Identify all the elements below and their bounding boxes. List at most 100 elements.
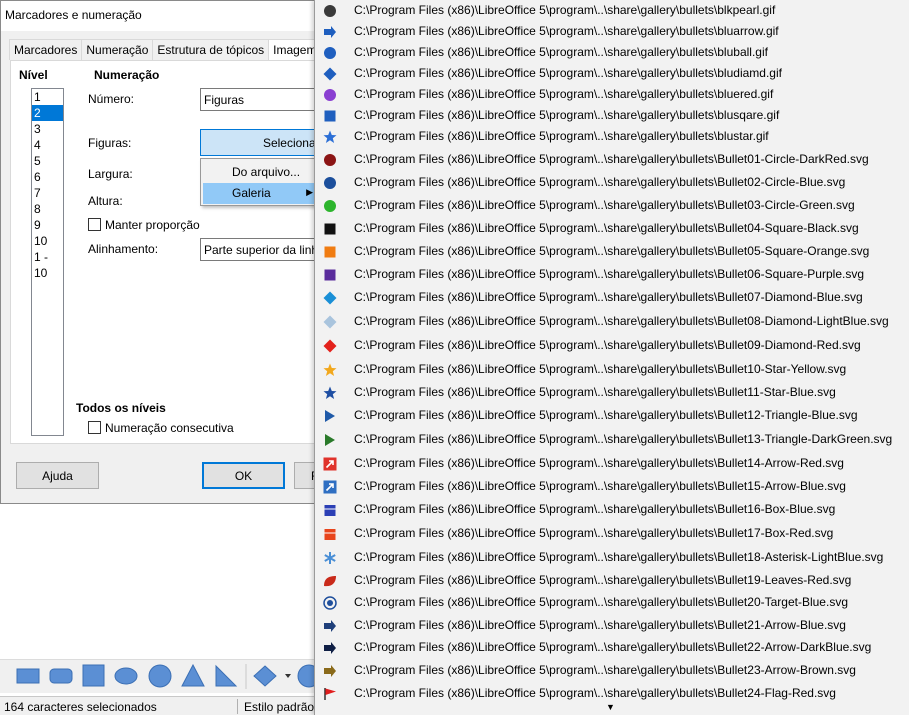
level-item[interactable]: 1: [32, 89, 63, 105]
gallery-item[interactable]: C:\Program Files (x86)\LibreOffice 5\pro…: [315, 570, 909, 593]
selection-count: 164 caracteres selecionados: [4, 700, 157, 714]
gallery-item[interactable]: C:\Program Files (x86)\LibreOffice 5\pro…: [315, 547, 909, 570]
status-separator: [237, 699, 238, 714]
gallery-item[interactable]: C:\Program Files (x86)\LibreOffice 5\pro…: [315, 615, 909, 638]
tab-outline[interactable]: Estrutura de tópicos: [152, 39, 270, 60]
level-item[interactable]: 3: [32, 121, 63, 137]
gallery-item-path: C:\Program Files (x86)\LibreOffice 5\pro…: [354, 221, 859, 235]
gallery-item-path: C:\Program Files (x86)\LibreOffice 5\pro…: [354, 290, 863, 304]
arrow-blue-icon: [323, 480, 337, 494]
height-label: Altura:: [88, 194, 123, 208]
rectangle-shape-icon[interactable]: [16, 668, 40, 684]
level-item[interactable]: 1 - 10: [32, 249, 63, 280]
gallery-item[interactable]: C:\Program Files (x86)\LibreOffice 5\pro…: [315, 429, 909, 452]
right-triangle-shape-icon[interactable]: [215, 664, 238, 687]
select-button[interactable]: Selecionar...: [200, 129, 329, 156]
level-list[interactable]: 1 2 3 4 5 6 7 8 9 10 1 - 10: [31, 88, 64, 436]
gallery-item[interactable]: C:\Program Files (x86)\LibreOffice 5\pro…: [315, 476, 909, 499]
gallery-item[interactable]: C:\Program Files (x86)\LibreOffice 5\pro…: [315, 105, 909, 128]
level-item[interactable]: 10: [32, 233, 63, 249]
level-item[interactable]: 4: [32, 137, 63, 153]
gallery-item[interactable]: C:\Program Files (x86)\LibreOffice 5\pro…: [315, 382, 909, 405]
diamond-lightblue-icon: [323, 315, 337, 329]
square-orange-icon: [323, 245, 337, 259]
paragraph-style[interactable]: Estilo padrão: [244, 700, 314, 714]
gallery-item[interactable]: C:\Program Files (x86)\LibreOffice 5\pro…: [315, 21, 909, 44]
gallery-item[interactable]: C:\Program Files (x86)\LibreOffice 5\pro…: [315, 453, 909, 476]
level-item[interactable]: 8: [32, 201, 63, 217]
circle-shape-icon[interactable]: [148, 664, 172, 688]
dialog-title: Marcadores e numeração: [5, 8, 142, 22]
gallery-item[interactable]: C:\Program Files (x86)\LibreOffice 5\pro…: [315, 311, 909, 334]
consecutive-numbering-checkbox[interactable]: [88, 421, 101, 434]
rounded-rectangle-shape-icon[interactable]: [49, 668, 73, 684]
gallery-item[interactable]: C:\Program Files (x86)\LibreOffice 5\pro…: [315, 241, 909, 264]
diamond-shape-icon[interactable]: [253, 665, 277, 687]
target-blue-icon: [323, 596, 337, 610]
gallery-item[interactable]: C:\Program Files (x86)\LibreOffice 5\pro…: [315, 499, 909, 522]
triangle-darkgreen-icon: [323, 433, 337, 447]
help-button[interactable]: Ajuda: [16, 462, 99, 489]
all-levels-heading: Todos os níveis: [76, 401, 166, 415]
gallery-item[interactable]: C:\Program Files (x86)\LibreOffice 5\pro…: [315, 126, 909, 149]
gallery-item-path: C:\Program Files (x86)\LibreOffice 5\pro…: [354, 24, 779, 38]
level-item-selected[interactable]: 2: [32, 105, 63, 121]
dialog-titlebar[interactable]: Marcadores e numeração: [1, 1, 329, 31]
gallery-item[interactable]: C:\Program Files (x86)\LibreOffice 5\pro…: [315, 287, 909, 310]
gallery-item-path: C:\Program Files (x86)\LibreOffice 5\pro…: [354, 408, 858, 422]
gallery-label: Galeria: [232, 186, 271, 200]
gallery-menu-item[interactable]: Galeria ▶: [203, 183, 319, 204]
gallery-item[interactable]: C:\Program Files (x86)\LibreOffice 5\pro…: [315, 637, 909, 660]
gallery-item[interactable]: C:\Program Files (x86)\LibreOffice 5\pro…: [315, 63, 909, 86]
gallery-item[interactable]: C:\Program Files (x86)\LibreOffice 5\pro…: [315, 592, 909, 615]
gallery-item[interactable]: C:\Program Files (x86)\LibreOffice 5\pro…: [315, 195, 909, 218]
level-item[interactable]: 7: [32, 185, 63, 201]
gallery-item[interactable]: C:\Program Files (x86)\LibreOffice 5\pro…: [315, 660, 909, 683]
gallery-item[interactable]: C:\Program Files (x86)\LibreOffice 5\pro…: [315, 405, 909, 428]
diamond-red-icon: [323, 339, 337, 353]
gallery-item-path: C:\Program Files (x86)\LibreOffice 5\pro…: [354, 595, 848, 609]
asterisk-lightblue-icon: [323, 551, 337, 565]
ellipse-shape-icon[interactable]: [114, 667, 138, 685]
gallery-item[interactable]: C:\Program Files (x86)\LibreOffice 5\pro…: [315, 335, 909, 358]
triangle-shape-icon[interactable]: [181, 663, 205, 687]
gallery-item[interactable]: C:\Program Files (x86)\LibreOffice 5\pro…: [315, 84, 909, 107]
gallery-item[interactable]: C:\Program Files (x86)\LibreOffice 5\pro…: [315, 523, 909, 546]
shapes-toolbar: [0, 659, 330, 693]
level-item[interactable]: 6: [32, 169, 63, 185]
level-item[interactable]: 5: [32, 153, 63, 169]
gallery-item[interactable]: C:\Program Files (x86)\LibreOffice 5\pro…: [315, 359, 909, 382]
number-select[interactable]: Figuras: [200, 88, 329, 111]
triangle-blue-icon: [323, 409, 337, 423]
blue-square-icon: [323, 109, 337, 123]
gallery-item[interactable]: C:\Program Files (x86)\LibreOffice 5\pro…: [315, 218, 909, 241]
scroll-down-icon[interactable]: ▼: [606, 702, 615, 712]
gallery-menu: C:\Program Files (x86)\LibreOffice 5\pro…: [314, 0, 909, 715]
level-item[interactable]: 9: [32, 217, 63, 233]
level-heading: Nível: [19, 68, 48, 82]
submenu-arrow-icon: ▶: [306, 187, 313, 197]
keep-ratio-checkbox[interactable]: [88, 218, 101, 231]
alignment-select[interactable]: Parte superior da linha: [200, 238, 329, 261]
dialog-tabs: Marcadores Numeração Estrutura de tópicos I…: [9, 39, 329, 60]
chevron-down-icon[interactable]: [285, 674, 291, 678]
gallery-item[interactable]: C:\Program Files (x86)\LibreOffice 5\pro…: [315, 172, 909, 195]
from-file-label: Do arquivo...: [232, 165, 301, 179]
blue-star-icon: [323, 130, 337, 144]
gallery-item[interactable]: C:\Program Files (x86)\LibreOffice 5\pro…: [315, 0, 909, 23]
gallery-item[interactable]: C:\Program Files (x86)\LibreOffice 5\pro…: [315, 149, 909, 172]
gallery-item-path: C:\Program Files (x86)\LibreOffice 5\pro…: [354, 175, 846, 189]
tab-numbering[interactable]: Numeração: [81, 39, 154, 60]
from-file-menu-item[interactable]: Do arquivo...: [203, 162, 319, 183]
gallery-item[interactable]: C:\Program Files (x86)\LibreOffice 5\pro…: [315, 42, 909, 65]
gallery-item-path: C:\Program Files (x86)\LibreOffice 5\pro…: [354, 640, 872, 654]
gallery-item-path: C:\Program Files (x86)\LibreOffice 5\pro…: [354, 152, 869, 166]
star-blue-icon: [323, 386, 337, 400]
square-shape-icon[interactable]: [82, 664, 105, 687]
gallery-item[interactable]: C:\Program Files (x86)\LibreOffice 5\pro…: [315, 264, 909, 287]
gallery-item-path: C:\Program Files (x86)\LibreOffice 5\pro…: [354, 550, 884, 564]
tab-bullets[interactable]: Marcadores: [9, 39, 83, 60]
ok-button[interactable]: OK: [202, 462, 285, 489]
gallery-item-path: C:\Program Files (x86)\LibreOffice 5\pro…: [354, 244, 870, 258]
gallery-item-path: C:\Program Files (x86)\LibreOffice 5\pro…: [354, 479, 846, 493]
